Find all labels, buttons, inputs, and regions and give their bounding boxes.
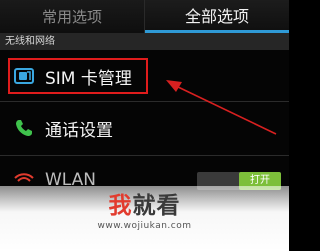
watermark-logo-part2: 就看	[132, 193, 181, 219]
watermark-logo-part1: 我	[108, 193, 133, 219]
call-settings-label: 通话设置	[45, 120, 113, 141]
tab-common-options[interactable]: 常用选项	[0, 0, 145, 33]
section-header-wireless: 无线和网络	[0, 33, 289, 50]
divider	[0, 155, 289, 156]
watermark-logo: 我就看	[0, 192, 289, 220]
call-settings-item[interactable]: 通话设置	[0, 106, 289, 150]
watermark-url: www.wojiukan.com	[97, 221, 192, 231]
phone-icon	[13, 117, 35, 139]
sim-card-management-item[interactable]: SIM 卡管理	[0, 54, 289, 98]
settings-screen: 常用选项 全部选项 无线和网络 SIM 卡管理 通话设置 WLAN 打开 我就看…	[0, 0, 289, 251]
tab-bar: 常用选项 全部选项	[0, 0, 289, 33]
sim-card-management-label: SIM 卡管理	[45, 68, 132, 89]
sim-card-icon	[13, 65, 35, 87]
divider	[0, 101, 289, 102]
watermark: 我就看 www.wojiukan.com	[0, 192, 289, 231]
tab-all-options[interactable]: 全部选项	[145, 0, 289, 33]
